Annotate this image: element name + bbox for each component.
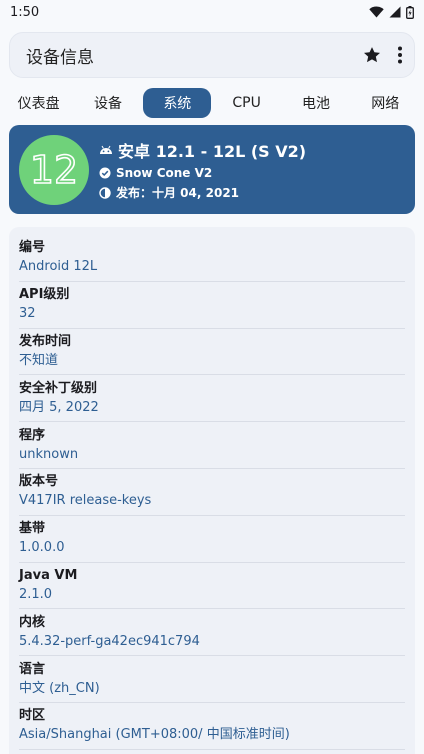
info-label: Java VM	[19, 567, 78, 583]
system-info-list: 编号 Android 12L API级别 32 发布时间 不知道 安全补丁级别 …	[9, 227, 415, 754]
version-number-graphic: 12	[32, 150, 76, 190]
tab-bar: 仪表盘 设备 系统 CPU 电池 网络	[0, 88, 424, 118]
status-time: 1:50	[10, 4, 40, 20]
info-value: Asia/Shanghai (GMT+08:00/ 中国标准时间)	[19, 727, 290, 743]
info-value: 中文 (zh_CN)	[19, 680, 100, 696]
info-row-timezone: 时区 Asia/Shanghai (GMT+08:00/ 中国标准时间)	[19, 703, 405, 750]
info-label: 版本号	[19, 474, 59, 490]
release-date-icon	[99, 186, 111, 199]
android-codename: Snow Cone V2	[116, 166, 213, 180]
info-row-kernel: 内核 5.4.32-perf-ga42ec941c794	[19, 609, 405, 657]
badge-number: 12	[32, 150, 76, 190]
tab-dashboard[interactable]: 仪表盘	[5, 88, 73, 118]
info-row-release-time: 发布时间 不知道	[19, 329, 405, 376]
info-value: V417IR release-keys	[19, 493, 152, 509]
wifi-icon	[369, 6, 384, 18]
android-icon	[100, 145, 112, 154]
info-value: unknown	[19, 446, 79, 462]
info-label: 编号	[19, 240, 46, 256]
info-label: 时区	[19, 708, 46, 724]
info-row-api-level: API级别 32	[19, 282, 405, 329]
star-icon[interactable]	[362, 45, 382, 65]
info-row-build-number: 版本号 V417IR release-keys	[19, 469, 405, 516]
info-label: 安全补丁级别	[19, 380, 98, 396]
tab-cpu[interactable]: CPU	[213, 88, 281, 118]
page-title: 设备信息	[26, 47, 94, 68]
info-value: 1.0.0.0	[19, 540, 65, 556]
info-label: 语言	[19, 661, 46, 677]
info-row-language: 语言 中文 (zh_CN)	[19, 656, 405, 703]
info-value: 32	[19, 306, 36, 322]
android-version-badge: 12	[19, 134, 89, 205]
app-bar: 设备信息	[9, 32, 415, 78]
tab-network[interactable]: 网络	[351, 88, 419, 118]
info-row-baseband: 基带 1.0.0.0	[19, 516, 405, 563]
info-row-bootloader: 程序 unknown	[19, 422, 405, 469]
tab-device[interactable]: 设备	[74, 88, 142, 118]
info-label: 内核	[19, 614, 46, 630]
info-label: 发布时间	[19, 333, 72, 349]
info-row-security-patch: 安全补丁级别 四月 5, 2022	[19, 375, 405, 423]
info-row-build-id: 编号 Android 12L	[19, 235, 405, 282]
tab-battery[interactable]: 电池	[282, 88, 350, 118]
status-bar: 1:50	[0, 0, 424, 24]
info-label: API级别	[19, 287, 70, 303]
info-row-java-vm: Java VM 2.1.0	[19, 563, 405, 610]
more-options-icon[interactable]	[396, 45, 404, 65]
info-value: Android 12L	[19, 259, 98, 275]
info-value: 5.4.32-perf-ga42ec941c794	[19, 633, 200, 649]
info-value: 2.1.0	[19, 586, 53, 602]
battery-icon	[406, 5, 414, 19]
tab-system[interactable]: 系统	[143, 88, 212, 118]
verified-badge-icon	[99, 167, 111, 179]
signal-icon	[389, 6, 401, 18]
info-value: 四月 5, 2022	[19, 399, 99, 415]
android-version-title: 安卓 12.1 - 12L (S V2)	[118, 142, 307, 161]
status-icons	[369, 5, 414, 19]
android-version-card: 12 安卓 12.1 - 12L (S V2) Snow Cone V2 发布：…	[9, 125, 415, 214]
info-label: 基带	[19, 521, 46, 537]
android-release-date: 发布：十月 04, 2021	[116, 186, 240, 200]
info-value: 不知道	[19, 352, 59, 368]
info-label: 程序	[19, 427, 46, 443]
